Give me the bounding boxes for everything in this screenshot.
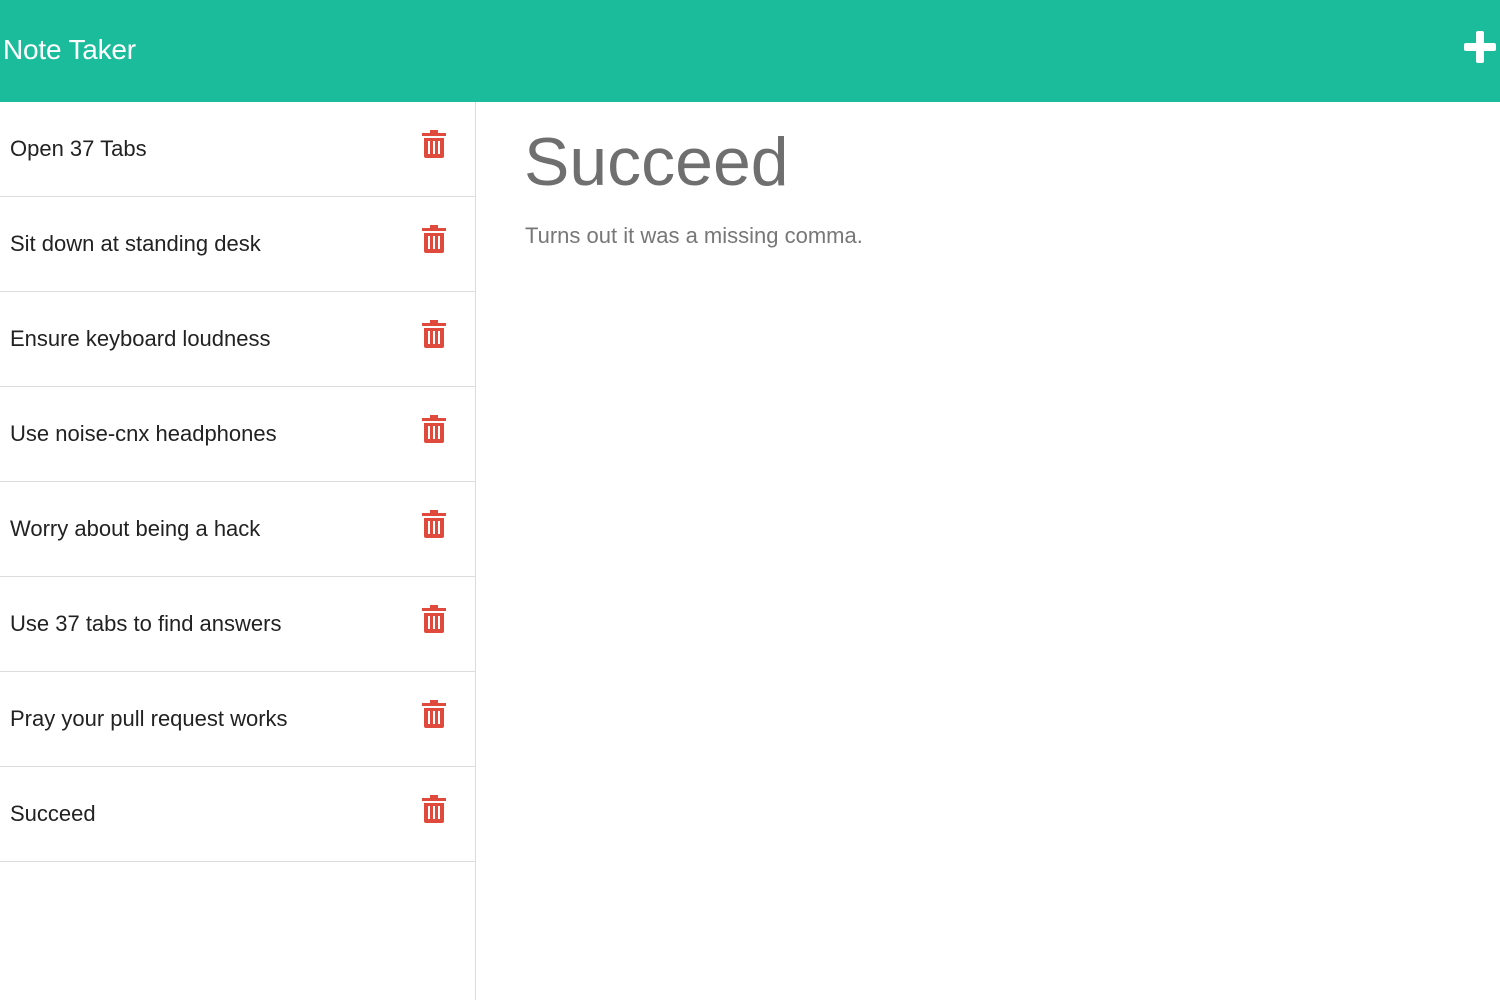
note-item-title: Succeed <box>10 801 96 826</box>
note-text[interactable]: Turns out it was a missing comma. <box>525 220 863 252</box>
note-item-title: Sit down at standing desk <box>10 231 261 256</box>
brand-title[interactable]: Note Taker <box>3 30 136 70</box>
new-note-button[interactable] <box>1460 27 1500 67</box>
note-item-title: Use 37 tabs to find answers <box>10 611 282 636</box>
trash-icon <box>422 795 446 823</box>
delete-note-button[interactable] <box>422 415 446 443</box>
navbar: Note Taker <box>0 0 1500 102</box>
delete-note-button[interactable] <box>422 225 446 253</box>
note-list-item[interactable]: Use 37 tabs to find answers <box>0 577 475 672</box>
note-list-item[interactable]: Worry about being a hack <box>0 482 475 577</box>
trash-icon <box>422 605 446 633</box>
trash-icon <box>422 320 446 348</box>
note-title[interactable]: Succeed <box>524 122 789 202</box>
note-item-title: Use noise-cnx headphones <box>10 421 277 446</box>
delete-note-button[interactable] <box>422 605 446 633</box>
note-detail-pane: Succeed Turns out it was a missing comma… <box>477 102 1500 1000</box>
trash-icon <box>422 510 446 538</box>
delete-note-button[interactable] <box>422 130 446 158</box>
delete-note-button[interactable] <box>422 700 446 728</box>
trash-icon <box>422 130 446 158</box>
note-item-title: Worry about being a hack <box>10 516 261 541</box>
note-item-title: Pray your pull request works <box>10 706 288 731</box>
plus-icon <box>1464 31 1496 63</box>
delete-note-button[interactable] <box>422 320 446 348</box>
note-list-sidebar: Open 37 Tabs Sit down at standing desk E… <box>0 102 476 1000</box>
note-item-title: Open 37 Tabs <box>10 136 147 161</box>
note-item-title: Ensure keyboard loudness <box>10 326 271 351</box>
delete-note-button[interactable] <box>422 795 446 823</box>
note-list-item[interactable]: Pray your pull request works <box>0 672 475 767</box>
note-list-item[interactable]: Use noise-cnx headphones <box>0 387 475 482</box>
delete-note-button[interactable] <box>422 510 446 538</box>
note-list: Open 37 Tabs Sit down at standing desk E… <box>0 102 475 862</box>
trash-icon <box>422 700 446 728</box>
trash-icon <box>422 225 446 253</box>
note-list-item[interactable]: Open 37 Tabs <box>0 102 475 197</box>
trash-icon <box>422 415 446 443</box>
note-list-item[interactable]: Sit down at standing desk <box>0 197 475 292</box>
note-list-item[interactable]: Succeed <box>0 767 475 862</box>
note-list-item[interactable]: Ensure keyboard loudness <box>0 292 475 387</box>
